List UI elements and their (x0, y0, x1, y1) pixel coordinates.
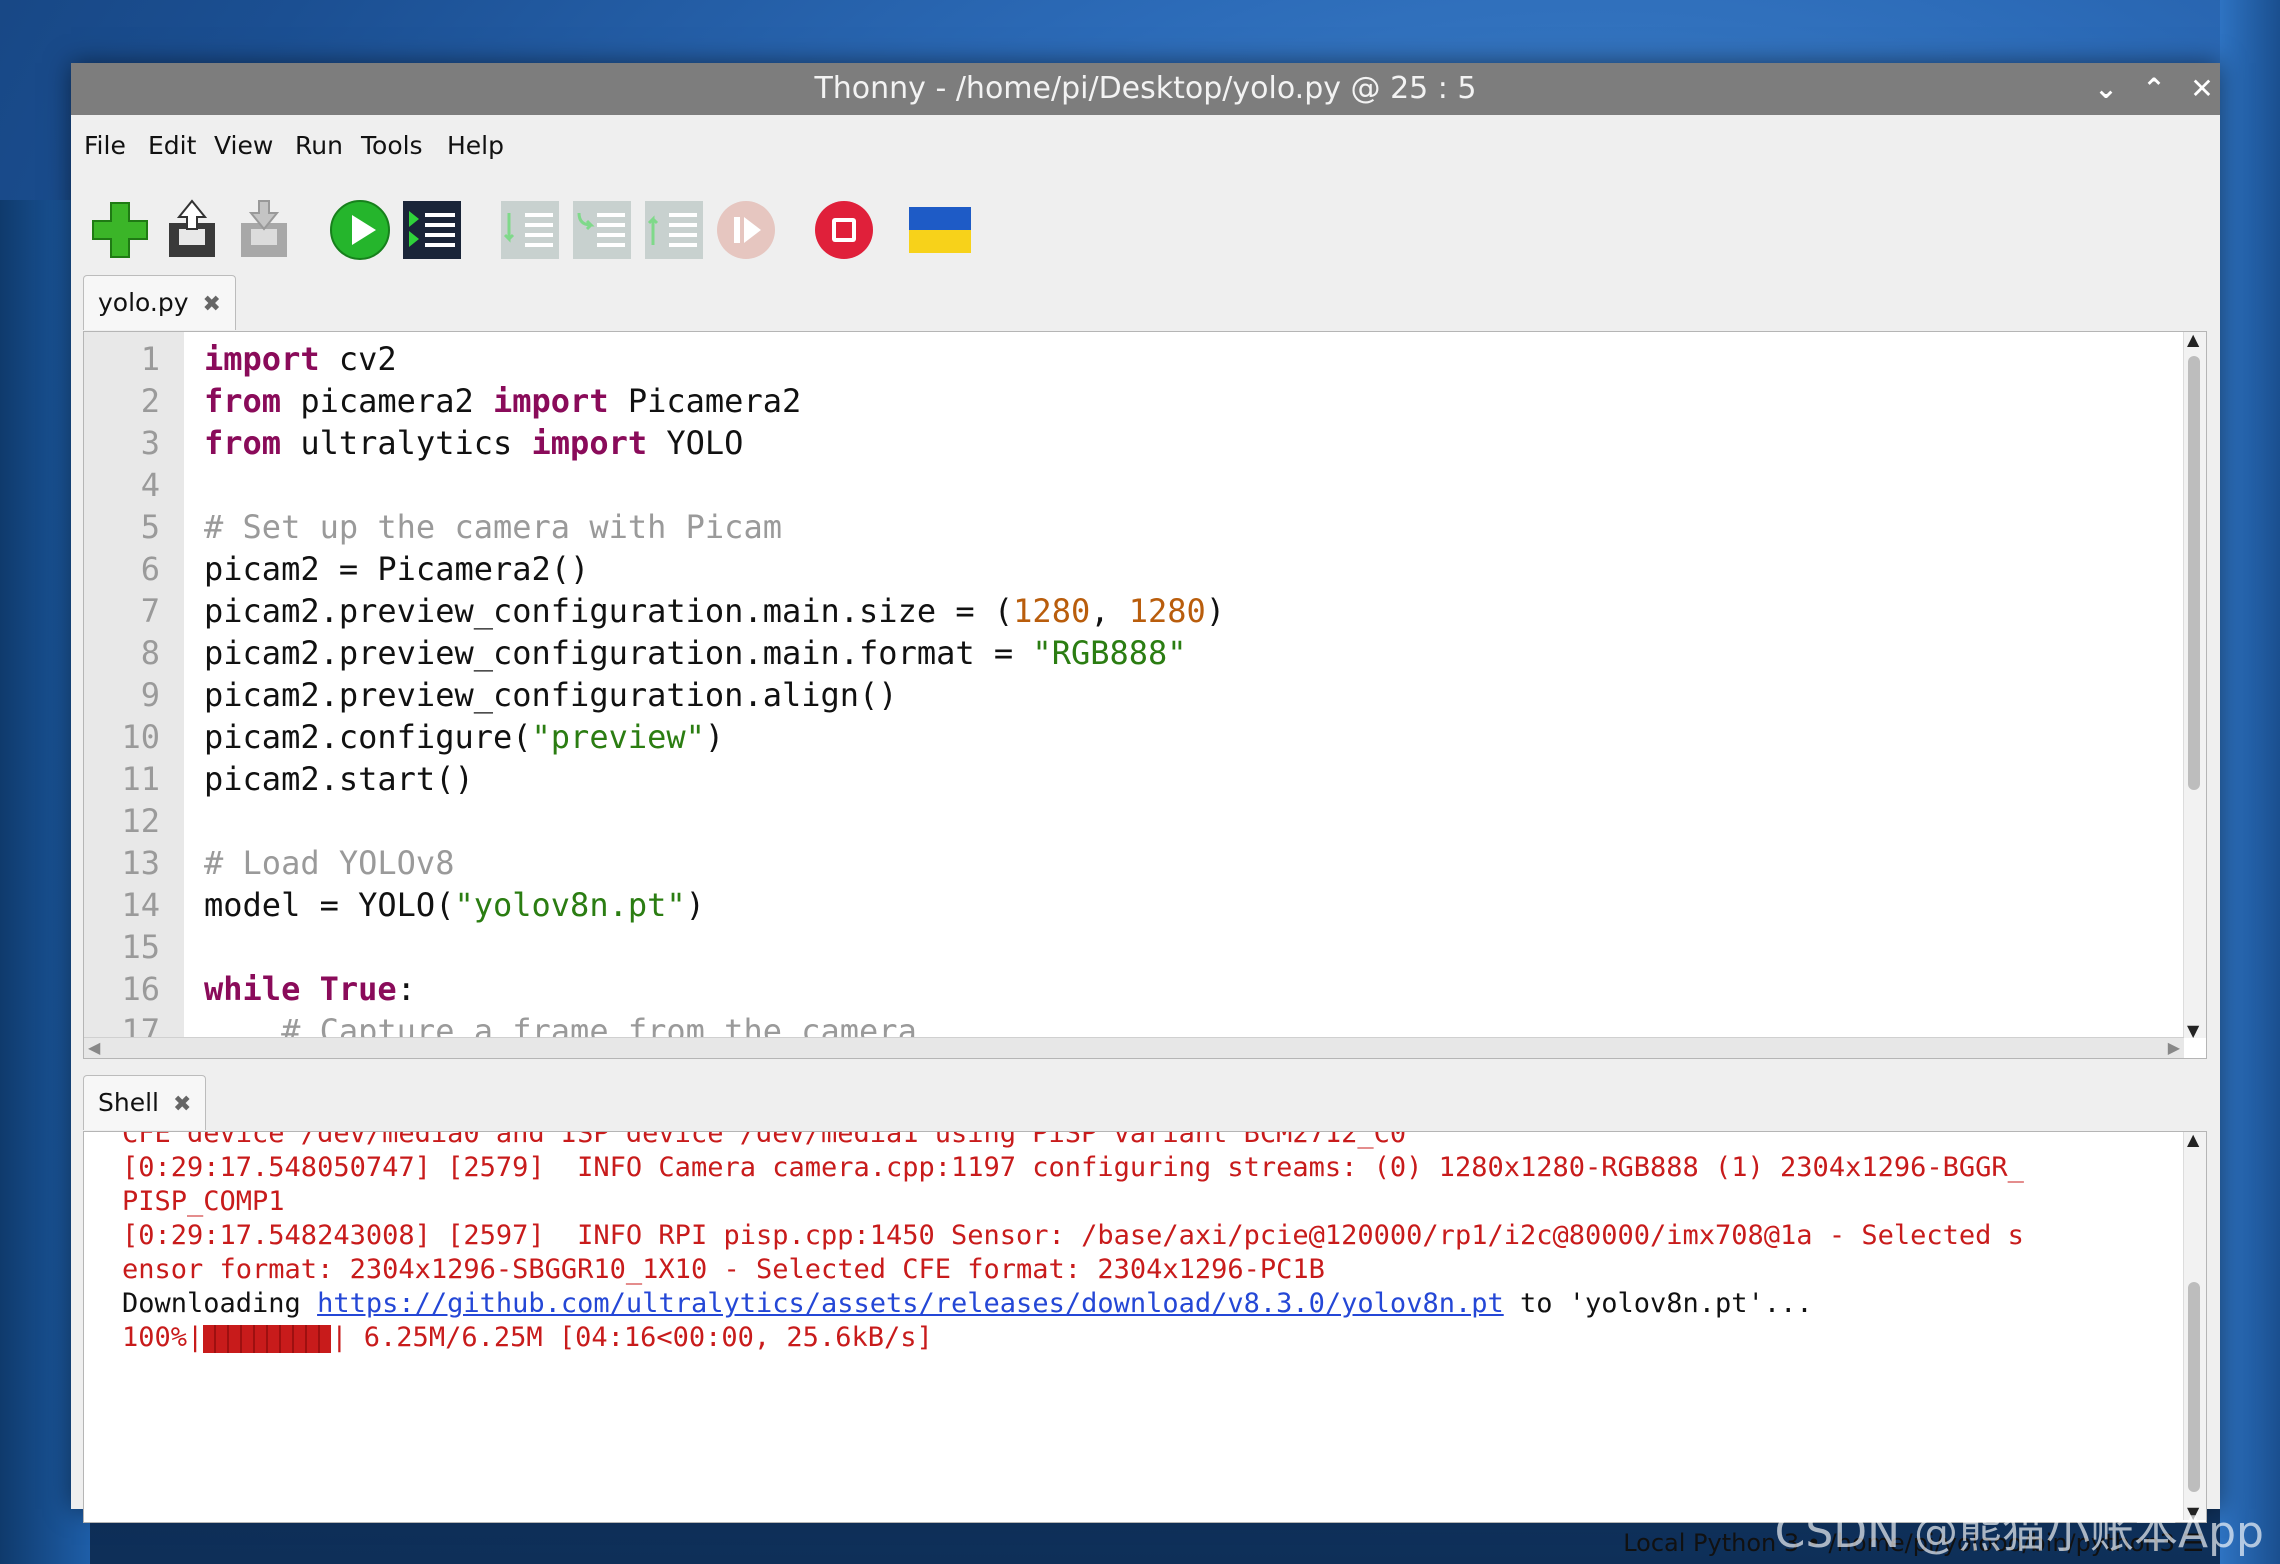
step-out-icon[interactable] (643, 199, 705, 261)
code-line: from ultralytics import YOLO (204, 424, 744, 462)
desktop-background-right (2220, 0, 2280, 1564)
tab-close-icon[interactable]: ✖ (202, 292, 220, 317)
code-editor[interactable]: 1 2 3 4 5 6 7 8 9 10 11 12 13 14 15 16 1… (83, 330, 2207, 1059)
line-number: 6 (140, 550, 160, 588)
resume-icon[interactable] (715, 199, 777, 261)
code-area[interactable]: import cv2 from picamera2 import Picamer… (204, 332, 2164, 1038)
code-comment: # Capture a frame from the camera (204, 1012, 917, 1038)
shell-line: CFE device /dev/media0 and ISP device /d… (122, 1132, 1407, 1149)
shell-line: [0:29:17.548050747] [2579] INFO Camera c… (122, 1152, 2024, 1183)
shell-vertical-scrollbar[interactable]: ▲ ▼ (2183, 1130, 2206, 1522)
line-number: 8 (140, 634, 160, 672)
shell-line: ensor format: 2304x1296-SBGGR10_1X10 - S… (122, 1254, 1325, 1285)
code-line: picam2.preview_configuration.align() (204, 676, 898, 714)
download-link[interactable]: https://github.com/ultralytics/assets/re… (317, 1288, 1504, 1319)
tab-yolo-py[interactable]: yolo.py ✖ (83, 275, 236, 330)
scroll-up-icon[interactable]: ▲ (2187, 1130, 2199, 1149)
shell-progress-line: 100%| | 6.25M/6.25M [04:16<00:00, 25.6kB/… (122, 1322, 933, 1353)
tab-shell[interactable]: Shell ✖ (83, 1075, 207, 1130)
editor-vertical-scrollbar[interactable]: ▲ ▼ (2183, 330, 2206, 1040)
code-line: picam2.preview_configuration.main.format… (204, 634, 1187, 672)
code-line: picam2.preview_configuration.main.size =… (204, 592, 1226, 630)
menu-file[interactable]: File (84, 131, 126, 160)
title-bar[interactable]: Thonny - /home/pi/Desktop/yolo.py @ 25 :… (71, 63, 2220, 115)
open-file-icon[interactable] (161, 199, 223, 261)
line-number: 9 (140, 676, 160, 714)
editor-horizontal-scrollbar[interactable]: ◀ ▶ (84, 1037, 2184, 1058)
shell-panel[interactable]: CFE device /dev/media0 and ISP device /d… (83, 1130, 2207, 1523)
line-number: 12 (121, 802, 160, 840)
menu-tools[interactable]: Tools (361, 131, 423, 160)
line-number: 11 (121, 760, 160, 798)
scroll-left-icon[interactable]: ◀ (88, 1038, 100, 1057)
save-file-icon[interactable] (233, 199, 295, 261)
line-number: 2 (140, 382, 160, 420)
menu-help[interactable]: Help (447, 131, 504, 160)
code-line: picam2 = Picamera2() (204, 550, 590, 588)
code-line: picam2.start() (204, 760, 474, 798)
shell-tab-strip: Shell ✖ (83, 1075, 2203, 1135)
run-icon[interactable] (329, 199, 391, 261)
shell-line: [0:29:17.548243008] [2597] INFO RPI pisp… (122, 1220, 2024, 1251)
line-number: 14 (121, 886, 160, 924)
code-line: model = YOLO("yolov8n.pt") (204, 886, 705, 924)
line-number: 1 (140, 340, 160, 378)
scroll-right-icon[interactable]: ▶ (2168, 1038, 2180, 1057)
code-line: picam2.configure("preview") (204, 718, 725, 756)
line-number-gutter: 1 2 3 4 5 6 7 8 9 10 11 12 13 14 15 16 1… (84, 332, 184, 1038)
menu-bar: File Edit View Run Tools Help (71, 115, 2220, 181)
download-progress-bar (203, 1324, 332, 1353)
code-line: from picamera2 import Picamera2 (204, 382, 802, 420)
line-number: 15 (121, 928, 160, 966)
line-number: 13 (121, 844, 160, 882)
stop-icon[interactable] (813, 199, 875, 261)
watermark: CSDN @熊猫小账本App (1774, 1507, 2264, 1558)
editor-scroll-thumb[interactable] (2188, 356, 2200, 790)
minimize-button[interactable]: ⌄ (2088, 71, 2124, 107)
window-title: Thonny - /home/pi/Desktop/yolo.py @ 25 :… (814, 71, 1477, 106)
code-comment: # Load YOLOv8 (204, 844, 455, 882)
shell-scroll-thumb[interactable] (2188, 1282, 2200, 1492)
menu-run[interactable]: Run (295, 131, 343, 160)
scroll-down-icon[interactable]: ▼ (2187, 1021, 2199, 1040)
step-over-icon[interactable] (499, 199, 561, 261)
debug-icon[interactable] (401, 199, 463, 261)
line-number: 10 (121, 718, 160, 756)
ukraine-flag-icon[interactable] (909, 207, 971, 253)
line-number: 17 (121, 1012, 160, 1038)
step-into-icon[interactable] (571, 199, 633, 261)
shell-line: PISP_COMP1 (122, 1186, 285, 1217)
toolbar (71, 181, 2220, 281)
menu-edit[interactable]: Edit (148, 131, 196, 160)
thonny-window: Thonny - /home/pi/Desktop/yolo.py @ 25 :… (71, 63, 2220, 1557)
code-line: import cv2 (204, 340, 397, 378)
shell-line: Downloading https://github.com/ultralyti… (122, 1288, 1813, 1319)
code-line: while True: (204, 970, 416, 1008)
line-number: 3 (140, 424, 160, 462)
tab-close-icon[interactable]: ✖ (173, 1092, 191, 1117)
new-file-icon[interactable] (89, 199, 151, 261)
scroll-up-icon[interactable]: ▲ (2187, 330, 2199, 349)
line-number: 7 (140, 592, 160, 630)
tab-label: yolo.py (98, 288, 189, 317)
tab-label: Shell (98, 1088, 159, 1117)
shell-output[interactable]: CFE device /dev/media0 and ISP device /d… (122, 1132, 2152, 1522)
line-number: 16 (121, 970, 160, 1008)
menu-view[interactable]: View (214, 131, 273, 160)
editor-tab-strip: yolo.py ✖ (83, 275, 2203, 335)
line-number: 4 (140, 466, 160, 504)
close-button[interactable]: ✕ (2184, 71, 2220, 107)
line-number: 5 (140, 508, 160, 546)
code-comment: # Set up the camera with Picam (204, 508, 782, 546)
maximize-button[interactable]: ⌃ (2136, 71, 2172, 107)
